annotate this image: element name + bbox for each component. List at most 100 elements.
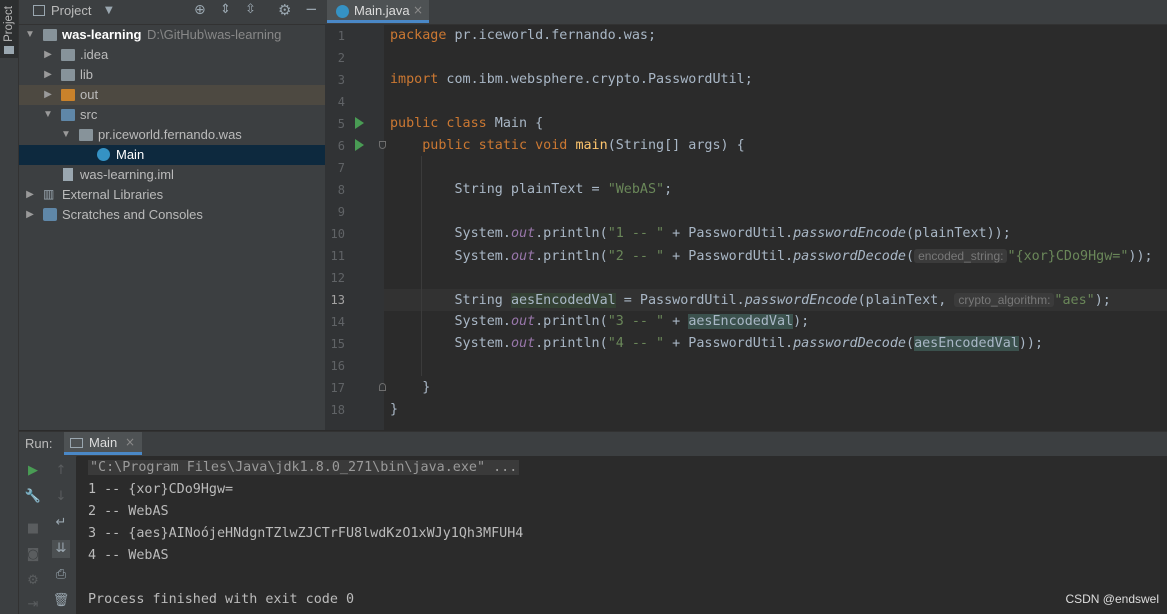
tree-item-was-learning[interactable]: ▼ was-learning D:\GitHub\was-learning: [19, 25, 325, 45]
run-label: Run:: [25, 436, 53, 451]
tab-label: Main.java: [354, 3, 410, 18]
folder-icon: [61, 49, 75, 61]
source-folder-icon: [61, 109, 75, 121]
line-number: 7: [337, 161, 345, 175]
close-icon[interactable]: ×: [413, 3, 423, 17]
code-line: String plainText = "WebAS";: [390, 179, 673, 201]
chevron-right-icon[interactable]: ▶: [24, 205, 36, 225]
line-number: 3: [337, 73, 345, 87]
tree-item-out[interactable]: ▶ out: [19, 85, 325, 105]
down-arrow-icon[interactable]: ↓: [52, 488, 70, 506]
tree-item-lib[interactable]: ▶ lib: [19, 65, 325, 85]
run-toolbar: ▶ ↑ 🔧 ↓ ■ ↵ ◙ ⇊ ⚙ ⎙ ⇥ 🗑: [19, 456, 76, 614]
line-number: 18: [330, 403, 345, 417]
project-panel-title[interactable]: Project: [51, 3, 91, 18]
tree-item-idea[interactable]: ▶ .idea: [19, 45, 325, 65]
line-number: 14: [330, 315, 345, 329]
soft-wrap-icon[interactable]: ↵: [52, 514, 70, 532]
line-number: 15: [330, 337, 345, 351]
locate-icon[interactable]: ⊕: [194, 2, 206, 18]
chevron-down-icon[interactable]: ▼: [42, 105, 54, 125]
code-token: (String[] args) {: [607, 138, 745, 153]
run-gutter-icon[interactable]: [355, 139, 364, 151]
code-line: package pr.iceworld.fernando.was;: [390, 25, 656, 47]
tree-item-label: Scratches and Consoles: [62, 207, 203, 222]
tool-window-strip: [0, 0, 19, 614]
wrench-icon[interactable]: 🔧: [24, 488, 42, 506]
chevron-down-icon[interactable]: ▼: [105, 5, 113, 16]
code-token: .println(: [535, 314, 608, 329]
scroll-to-end-icon[interactable]: ⇊: [52, 540, 70, 558]
tree-item-external-libraries[interactable]: ▶ ▥ External Libraries: [19, 185, 325, 205]
code-token: passwordDecode: [793, 249, 906, 264]
settings-icon[interactable]: ⚙: [24, 572, 42, 590]
tree-item-src[interactable]: ▼ src: [19, 105, 325, 125]
code-token: ;: [664, 182, 673, 197]
rerun-icon[interactable]: ▶: [24, 462, 42, 480]
tree-item-label: pr.iceworld.fernando.was: [98, 127, 242, 142]
tree-item-label: was-learning.iml: [80, 167, 174, 182]
chevron-down-icon[interactable]: ▼: [60, 125, 72, 145]
project-folder-icon: [43, 29, 57, 41]
console-command[interactable]: "C:\Program Files\Java\jdk1.8.0_271\bin\…: [88, 460, 520, 475]
code-token: .println(: [535, 249, 608, 264]
tab-main-java[interactable]: Main.java ×: [327, 0, 429, 23]
run-tab-label: Main: [89, 435, 118, 450]
tree-item-label: External Libraries: [62, 187, 164, 202]
tree-item-path: D:\GitHub\was-learning: [147, 27, 282, 42]
code-token: "3 -- ": [607, 314, 665, 329]
gear-icon[interactable]: ⚙: [278, 1, 291, 19]
tree-item-main[interactable]: Main: [19, 145, 325, 165]
run-gutter-icon[interactable]: [355, 117, 364, 129]
code-token: passwordEncode: [793, 226, 906, 241]
fold-icon[interactable]: [379, 383, 386, 391]
expand-all-icon[interactable]: ⇕: [220, 2, 231, 17]
project-tool-tab[interactable]: Project: [0, 0, 18, 58]
code-line: System.out.println("2 -- " + PasswordUti…: [390, 245, 1153, 267]
run-tab-main[interactable]: Main ×: [64, 432, 142, 455]
project-tool-tab-label: Project: [3, 6, 15, 42]
code-token: "2 -- ": [607, 249, 665, 264]
tree-item-label: was-learning: [62, 27, 142, 42]
camera-icon[interactable]: ◙: [24, 546, 42, 564]
trash-icon[interactable]: 🗑: [52, 592, 70, 610]
code-token: (: [906, 336, 915, 351]
code-line: public class Main {: [390, 113, 543, 135]
up-arrow-icon[interactable]: ↑: [52, 462, 70, 480]
code-token: out: [510, 314, 536, 329]
code-token: import: [390, 72, 439, 87]
code-token: main: [575, 138, 608, 153]
code-token: .println(: [535, 226, 608, 241]
exit-icon[interactable]: ⇥: [24, 596, 42, 614]
fold-icon[interactable]: [379, 141, 386, 149]
code-token: = PasswordUtil.: [615, 293, 745, 308]
print-icon[interactable]: ⎙: [52, 566, 70, 584]
chevron-right-icon[interactable]: ▶: [42, 65, 54, 85]
code-token: ));: [1018, 336, 1044, 351]
stop-icon[interactable]: ■: [24, 520, 42, 538]
code-token: + PasswordUtil.: [664, 249, 794, 264]
hide-icon[interactable]: −: [305, 0, 318, 18]
code-token: System.: [454, 226, 511, 241]
line-number: 1: [337, 29, 345, 43]
console-line: 3 -- {aes}AINoójeHNdgnTZlwZJCTrFU8lwdKzO…: [88, 526, 524, 541]
chevron-right-icon[interactable]: ▶: [24, 185, 36, 205]
collapse-all-icon[interactable]: ⇳: [245, 2, 256, 17]
code-token: + PasswordUtil.: [664, 226, 794, 241]
chevron-right-icon[interactable]: ▶: [42, 85, 54, 105]
line-number: 4: [337, 95, 345, 109]
console-icon: [70, 438, 83, 448]
tree-item-iml[interactable]: was-learning.iml: [19, 165, 325, 185]
project-view-icon: [33, 5, 45, 16]
close-icon[interactable]: ×: [125, 435, 135, 449]
code-token: );: [1094, 293, 1111, 308]
code-token: + PasswordUtil.: [664, 336, 794, 351]
tree-item-package[interactable]: ▼ pr.iceworld.fernando.was: [19, 125, 325, 145]
tree-item-scratches[interactable]: ▶ Scratches and Consoles: [19, 205, 325, 225]
code-token: aesEncodedVal: [510, 293, 616, 308]
chevron-right-icon[interactable]: ▶: [42, 45, 54, 65]
chevron-down-icon[interactable]: ▼: [24, 25, 36, 45]
tree-item-label: src: [80, 107, 98, 122]
code-token: "4 -- ": [607, 336, 665, 351]
code-token: "WebAS": [607, 182, 665, 197]
